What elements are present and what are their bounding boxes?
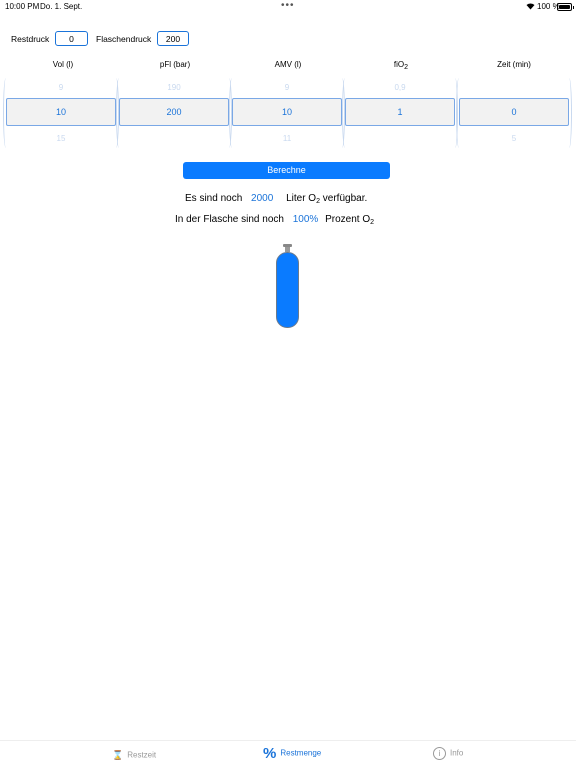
tab-restmenge[interactable]: % Restmenge [263, 745, 321, 762]
hourglass-icon: ⌛ [112, 750, 124, 760]
picker-option[interactable]: 9 [6, 83, 116, 92]
result-liters-line: Es sind noch 2000 Liter O2 verfügbar. [185, 193, 368, 205]
picker-fio2[interactable]: 0,9 1 [342, 78, 458, 148]
picker-selected-value[interactable]: 10 [6, 98, 116, 126]
status-bar: 10:00 PM Do. 1. Sept. ••• 100 % [0, 0, 576, 14]
result-percent-value: 100% [292, 214, 319, 225]
result-liters-value: 2000 [251, 193, 274, 204]
picker-option[interactable]: 11 [232, 134, 342, 143]
header-pfl: pFl (bar) [159, 60, 191, 69]
wifi-icon [526, 2, 535, 12]
multitasking-dots-icon[interactable]: ••• [281, 0, 295, 11]
picker-amv[interactable]: 9 10 11 [229, 78, 345, 148]
flaschendruck-input[interactable]: 200 [157, 31, 189, 46]
picker-zeit[interactable]: 0 5 [456, 78, 572, 148]
picker-vol[interactable]: 9 10 15 [3, 78, 119, 148]
tab-restzeit[interactable]: ⌛ Restzeit [112, 750, 156, 761]
header-fio2: fiO2 [393, 60, 409, 71]
header-zeit: Zeit (min) [497, 60, 531, 69]
berechne-button[interactable]: Berechne [183, 162, 390, 179]
result-percent-line: In der Flasche sind noch 100% Prozent O2 [175, 214, 375, 226]
picker-option[interactable]: 5 [459, 134, 569, 143]
tab-info[interactable]: i Info [433, 747, 463, 760]
oxygen-cylinder-gauge [276, 252, 299, 328]
picker-option[interactable]: 0,9 [345, 83, 455, 92]
restdruck-label: Restdruck [11, 34, 50, 44]
picker-selected-value[interactable]: 0 [459, 98, 569, 126]
flaschendruck-label: Flaschendruck [96, 34, 152, 44]
picker-selected-value[interactable]: 10 [232, 98, 342, 126]
picker-selected-value[interactable]: 1 [345, 98, 455, 126]
battery-icon [557, 3, 574, 11]
picker-option[interactable]: 9 [232, 83, 342, 92]
status-time: 10:00 PM [5, 2, 40, 11]
picker-option[interactable]: 15 [6, 134, 116, 143]
picker-selected-value[interactable]: 200 [119, 98, 229, 126]
picker-option[interactable]: 190 [119, 83, 229, 92]
status-date: Do. 1. Sept. [40, 2, 83, 11]
percent-icon: % [263, 745, 277, 762]
restdruck-input[interactable]: 0 [55, 31, 88, 46]
header-vol: Vol (l) [52, 60, 74, 69]
header-amv: AMV (l) [274, 60, 302, 69]
info-icon: i [433, 747, 446, 760]
picker-pfl[interactable]: 190 200 [116, 78, 232, 148]
